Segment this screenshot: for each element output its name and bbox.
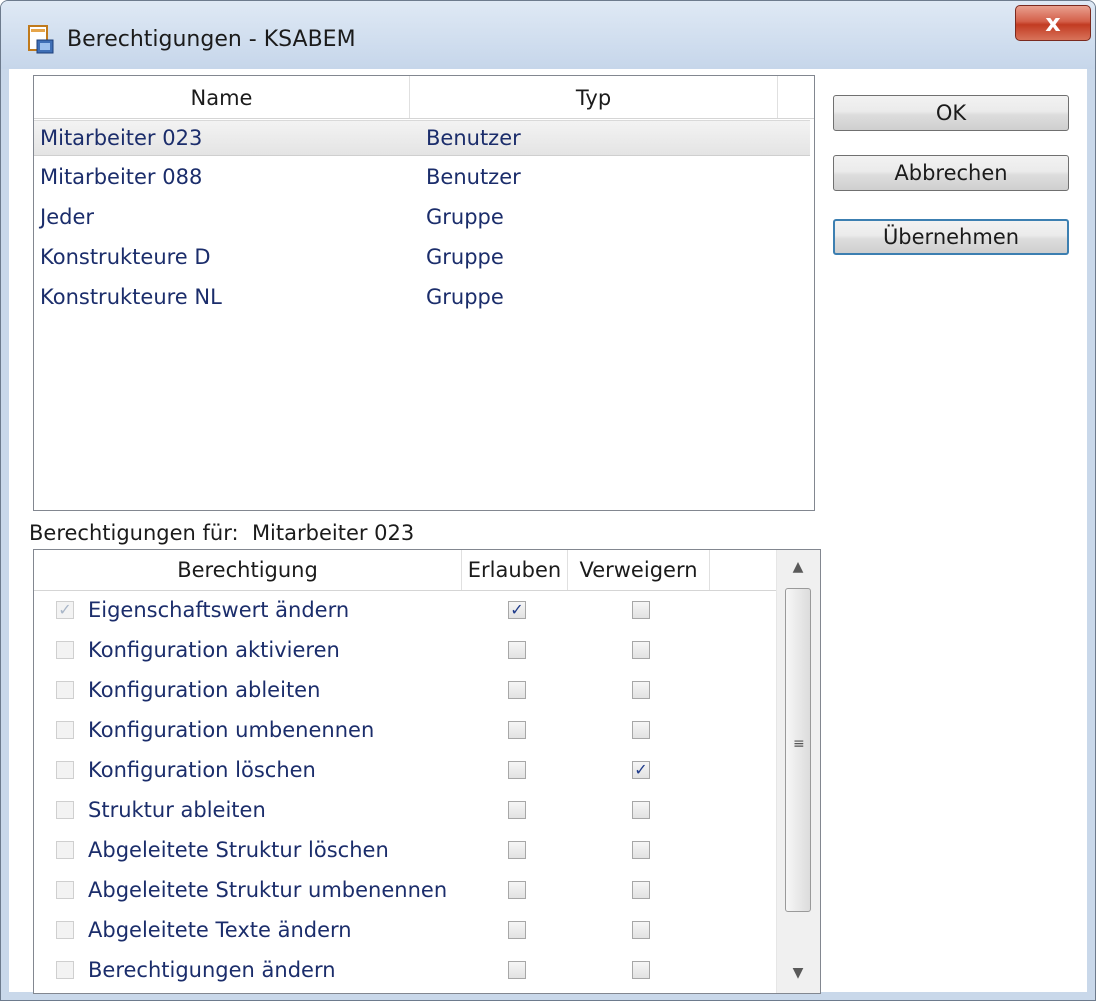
list-item[interactable]: Konstrukteure NL Gruppe [34,280,810,316]
deny-checkbox[interactable] [632,601,650,619]
table-row[interactable]: Konfiguration ableiten [34,670,776,710]
deny-checkbox[interactable] [632,961,650,979]
user-name: Konstrukteure D [40,245,211,269]
permission-label: Konfiguration aktivieren [88,638,340,662]
close-button[interactable]: x [1015,5,1091,41]
table-row[interactable]: Abgeleitete Struktur löschen [34,830,776,870]
chevron-up-icon[interactable]: ▲ [777,550,819,584]
allow-checkbox[interactable]: ✓ [508,601,526,619]
chevron-down-icon[interactable]: ▼ [777,956,819,990]
table-row[interactable]: Abgeleitete Texte ändern [34,910,776,950]
allow-checkbox[interactable] [508,641,526,659]
allow-checkbox[interactable] [508,961,526,979]
list-item[interactable]: Konstrukteure D Gruppe [34,240,810,276]
allow-checkbox[interactable] [508,761,526,779]
grip-icon: ≡ [793,736,805,752]
permissions-header: Berechtigung Erlauben Verweigern [34,550,776,591]
user-type: Benutzer [426,165,521,189]
dialog-body: Name Typ Mitarbeiter 023 Benutzer Mitarbei… [9,69,1087,994]
allow-checkbox[interactable] [508,881,526,899]
permission-enabled-checkbox[interactable]: ✓ [56,601,74,619]
column-header-typ[interactable]: Typ [410,76,778,118]
permission-label: Konfiguration umbenennen [88,718,375,742]
cancel-button[interactable]: Abbrechen [833,155,1069,191]
document-lock-icon [28,25,54,54]
table-row[interactable]: Konfiguration löschen ✓ [34,750,776,790]
deny-checkbox[interactable] [632,881,650,899]
permissions-for-label: Berechtigungen für: Mitarbeiter 023 [29,521,414,545]
permission-label: Abgeleitete Struktur umbenennen [88,878,448,902]
permission-enabled-checkbox[interactable] [56,881,74,899]
permission-label: Struktur ableiten [88,798,266,822]
permission-enabled-checkbox[interactable] [56,681,74,699]
permission-label: Eigenschaftswert ändern [88,598,350,622]
permissions-grid[interactable]: Berechtigung Erlauben Verweigern ✓ Eigens… [33,549,821,994]
permission-enabled-checkbox[interactable] [56,841,74,859]
deny-checkbox[interactable] [632,841,650,859]
user-name: Jeder [40,205,94,229]
user-type: Gruppe [426,285,504,309]
allow-checkbox[interactable] [508,801,526,819]
user-name: Mitarbeiter 088 [40,165,203,189]
permission-label: Abgeleitete Texte ändern [88,918,352,942]
permission-enabled-checkbox[interactable] [56,721,74,739]
title-bar[interactable]: Berechtigungen - KSABEM x [1,1,1095,69]
user-name: Konstrukteure NL [40,285,222,309]
list-item[interactable]: Jeder Gruppe [34,200,810,236]
scroll-thumb[interactable]: ≡ [785,588,811,912]
allow-checkbox[interactable] [508,921,526,939]
table-row[interactable]: Berechtigungen ändern [34,950,776,990]
permission-enabled-checkbox[interactable] [56,641,74,659]
column-header-erlauben[interactable]: Erlauben [462,550,568,590]
column-header-berechtigung[interactable]: Berechtigung [34,550,462,590]
users-list-header: Name Typ [34,76,814,119]
close-icon: x [1045,9,1061,37]
table-row[interactable]: Abgeleitete Struktur umbenennen [34,870,776,910]
allow-checkbox[interactable] [508,681,526,699]
table-row[interactable]: Struktur ableiten [34,790,776,830]
table-row[interactable]: ✓ Eigenschaftswert ändern ✓ [34,590,776,630]
list-item[interactable]: Mitarbeiter 023 Benutzer [34,120,810,156]
permission-label: Berechtigungen ändern [88,958,336,982]
user-type: Gruppe [426,205,504,229]
deny-checkbox[interactable]: ✓ [632,761,650,779]
allow-checkbox[interactable] [508,841,526,859]
permissions-dialog: Berechtigungen - KSABEM x Name Typ Mitar… [0,0,1096,1001]
list-item[interactable]: Mitarbeiter 088 Benutzer [34,160,810,196]
table-row[interactable]: Konfiguration umbenennen [34,710,776,750]
permissions-for-user: Mitarbeiter 023 [251,521,415,545]
ok-button[interactable]: OK [833,95,1069,131]
deny-checkbox[interactable] [632,721,650,739]
deny-checkbox[interactable] [632,921,650,939]
user-name: Mitarbeiter 023 [40,126,203,150]
deny-checkbox[interactable] [632,801,650,819]
permission-enabled-checkbox[interactable] [56,801,74,819]
permission-enabled-checkbox[interactable] [56,921,74,939]
table-row[interactable]: Konfiguration aktivieren [34,630,776,670]
window-title: Berechtigungen - KSABEM [67,27,356,52]
permissions-scrollbar[interactable]: ▲ ≡ ▼ [776,550,820,993]
permission-enabled-checkbox[interactable] [56,761,74,779]
user-type: Benutzer [426,126,521,150]
permissions-for-prefix: Berechtigungen für: [29,521,239,545]
apply-button[interactable]: Übernehmen [833,219,1069,255]
permission-label: Abgeleitete Struktur löschen [88,838,389,862]
column-header-name[interactable]: Name [34,76,410,118]
users-list[interactable]: Name Typ Mitarbeiter 023 Benutzer Mitarbei… [33,75,815,511]
deny-checkbox[interactable] [632,681,650,699]
allow-checkbox[interactable] [508,721,526,739]
deny-checkbox[interactable] [632,641,650,659]
user-type: Gruppe [426,245,504,269]
permission-label: Konfiguration löschen [88,758,316,782]
column-header-verweigern[interactable]: Verweigern [568,550,710,590]
permission-enabled-checkbox[interactable] [56,961,74,979]
permission-label: Konfiguration ableiten [88,678,321,702]
